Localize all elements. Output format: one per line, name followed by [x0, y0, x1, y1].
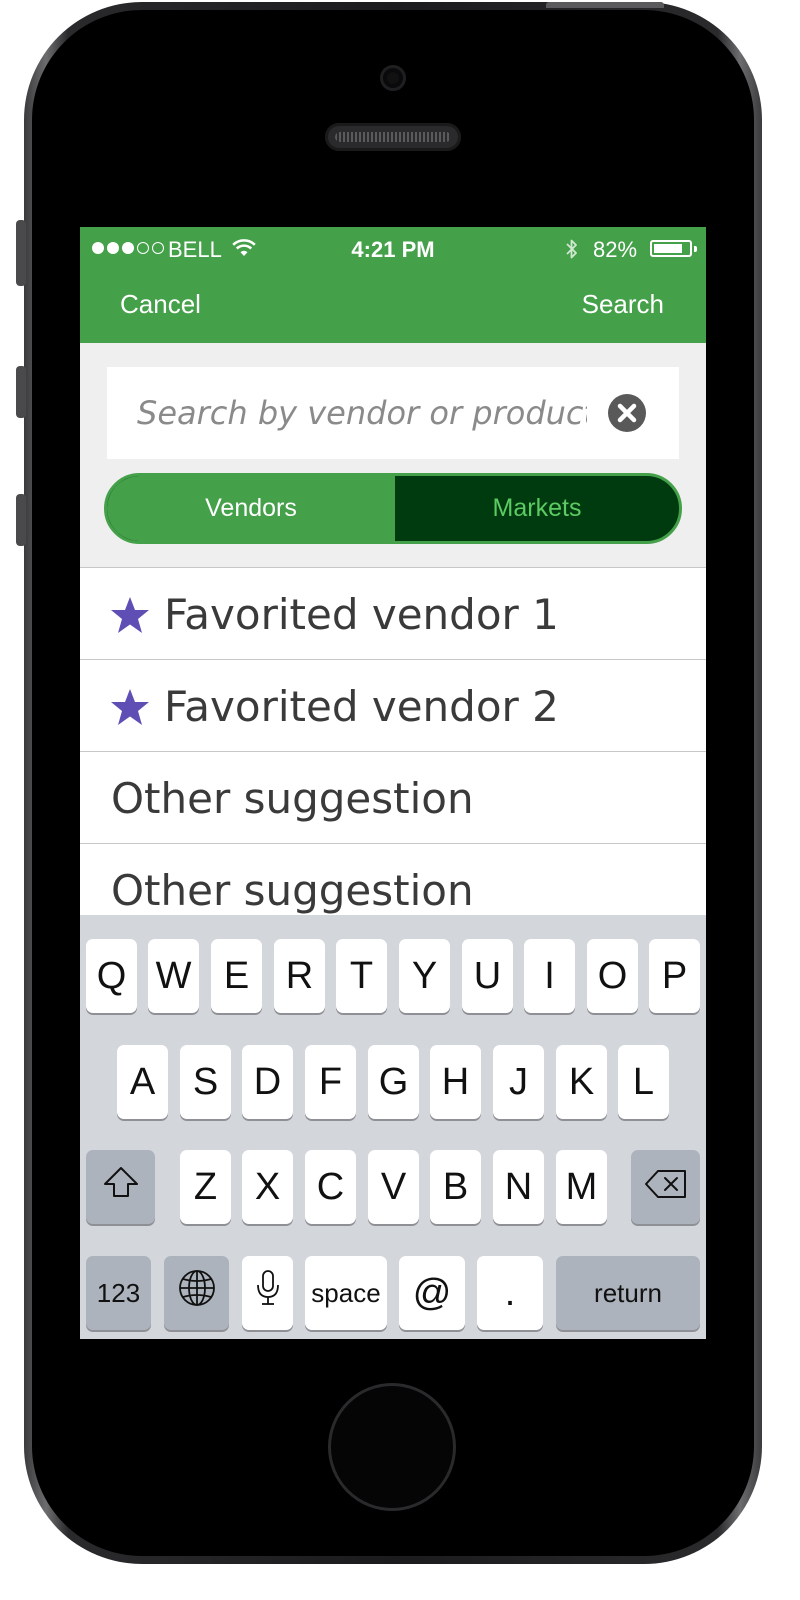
front-camera	[380, 65, 406, 91]
backspace-icon	[644, 1166, 688, 1209]
key-w[interactable]: W	[148, 939, 199, 1013]
globe-icon	[177, 1268, 217, 1318]
key-n[interactable]: N	[493, 1150, 544, 1224]
status-bar: BELL 4:21 PM 82%	[80, 237, 706, 263]
key-j[interactable]: J	[493, 1045, 544, 1119]
key-o[interactable]: O	[587, 939, 638, 1013]
list-item[interactable]: Other suggestion	[80, 751, 706, 843]
home-button[interactable]	[328, 1383, 456, 1511]
key-p[interactable]: P	[649, 939, 700, 1013]
app-screen: BELL 4:21 PM 82% Cancel Search Search by…	[80, 227, 706, 1339]
key-e[interactable]: E	[211, 939, 262, 1013]
key-x[interactable]: X	[242, 1150, 293, 1224]
space-key[interactable]: space	[305, 1256, 387, 1330]
key-h[interactable]: H	[430, 1045, 481, 1119]
mute-switch	[16, 220, 26, 286]
return-key[interactable]: return	[556, 1256, 700, 1330]
key-v[interactable]: V	[368, 1150, 419, 1224]
key-r[interactable]: R	[274, 939, 325, 1013]
list-item[interactable]: Favorited vendor 2	[80, 659, 706, 751]
volume-down-button	[16, 494, 26, 546]
key-a[interactable]: A	[117, 1045, 168, 1119]
key-k[interactable]: K	[556, 1045, 607, 1119]
key-c[interactable]: C	[305, 1150, 356, 1224]
key-t[interactable]: T	[336, 939, 387, 1013]
search-input[interactable]	[137, 367, 587, 459]
key-u[interactable]: U	[462, 939, 513, 1013]
cancel-button[interactable]: Cancel	[120, 289, 201, 320]
suggestion-list: Favorited vendor 1 Favorited vendor 2 Ot…	[80, 567, 706, 935]
bluetooth-icon	[564, 237, 580, 267]
search-button[interactable]: Search	[582, 289, 664, 320]
delete-key[interactable]	[631, 1150, 700, 1224]
list-item[interactable]: Favorited vendor 1	[80, 567, 706, 659]
shift-key[interactable]	[86, 1150, 155, 1224]
onscreen-keyboard: Q W E R T Y U I O P A S D F G H J K L Z …	[80, 915, 706, 1339]
key-g[interactable]: G	[368, 1045, 419, 1119]
microphone-icon	[255, 1268, 281, 1318]
list-item-label: Favorited vendor 1	[164, 590, 559, 639]
key-m[interactable]: M	[556, 1150, 607, 1224]
star-icon	[110, 596, 150, 639]
power-button	[546, 2, 664, 8]
globe-key[interactable]	[164, 1256, 229, 1330]
key-b[interactable]: B	[430, 1150, 481, 1224]
battery-tip	[694, 246, 697, 252]
key-y[interactable]: Y	[399, 939, 450, 1013]
at-key[interactable]: @	[399, 1256, 465, 1330]
earpiece-speaker	[325, 123, 461, 151]
list-item-label: Other suggestion	[111, 774, 474, 823]
key-f[interactable]: F	[305, 1045, 356, 1119]
dictation-key[interactable]	[242, 1256, 293, 1330]
list-item-label: Other suggestion	[111, 866, 474, 915]
key-q[interactable]: Q	[86, 939, 137, 1013]
battery-level-fill	[654, 244, 682, 253]
battery-icon	[650, 240, 692, 257]
key-z[interactable]: Z	[180, 1150, 231, 1224]
key-s[interactable]: S	[180, 1045, 231, 1119]
list-item-label: Favorited vendor 2	[164, 682, 559, 731]
header-bar: BELL 4:21 PM 82% Cancel Search	[80, 227, 706, 343]
shift-arrow-icon	[102, 1165, 140, 1209]
tab-vendors[interactable]: Vendors	[107, 476, 395, 541]
key-i[interactable]: I	[524, 939, 575, 1013]
key-l[interactable]: L	[618, 1045, 669, 1119]
search-field	[107, 367, 679, 459]
volume-up-button	[16, 366, 26, 418]
battery-percent: 82%	[593, 237, 638, 262]
star-icon	[110, 688, 150, 731]
clear-search-icon[interactable]	[608, 394, 646, 432]
period-key[interactable]: .	[477, 1256, 543, 1330]
tab-markets[interactable]: Markets	[395, 476, 679, 541]
numbers-key[interactable]: 123	[86, 1256, 151, 1330]
vendors-markets-toggle: Vendors Markets	[104, 473, 682, 544]
key-d[interactable]: D	[242, 1045, 293, 1119]
